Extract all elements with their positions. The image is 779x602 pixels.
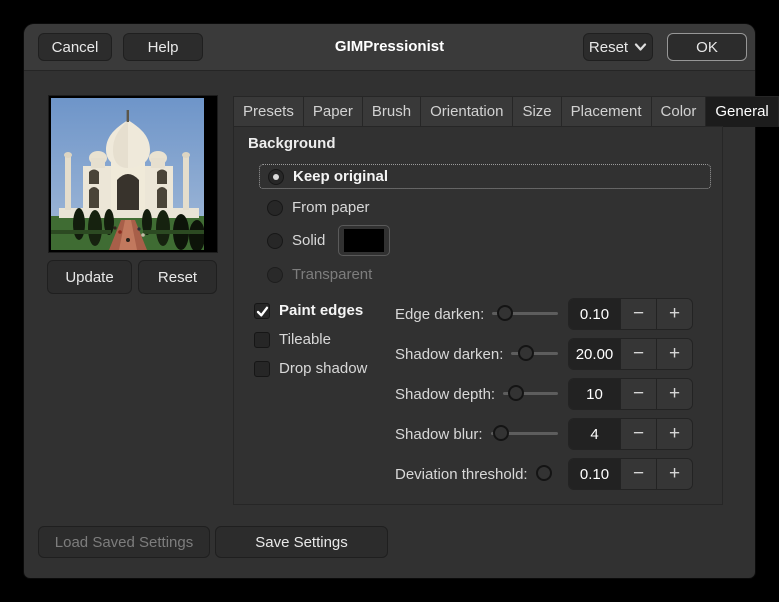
plus-icon[interactable]: +: [656, 379, 692, 409]
shadow-depth-label: Shadow depth:: [395, 385, 496, 403]
radio-button-icon: [267, 266, 283, 283]
shadow-blur-spinbox: 4 − +: [568, 418, 693, 450]
tab-presets[interactable]: Presets: [233, 96, 304, 127]
header-bar: Cancel Help GIMPressionist Reset OK: [24, 24, 755, 71]
reset-preview-button[interactable]: Reset: [138, 260, 217, 294]
background-section-title: Background: [248, 135, 336, 152]
check-icon: [256, 306, 269, 317]
shadow-darken-slider[interactable]: [511, 345, 558, 363]
radio-from-paper[interactable]: From paper: [267, 199, 370, 216]
checkbox-paint-edges[interactable]: Paint edges: [254, 302, 363, 319]
ok-button[interactable]: OK: [667, 33, 747, 61]
shadow-depth-row: Shadow depth: 10 − +: [395, 378, 693, 410]
radio-solid[interactable]: Solid: [267, 225, 391, 256]
shadow-blur-slider[interactable]: [490, 425, 558, 443]
screen: { "window": { "title": "GIMPressionist" …: [0, 0, 779, 602]
shadow-depth-value[interactable]: 10: [569, 379, 620, 409]
help-button[interactable]: Help: [123, 33, 203, 61]
checkbox-icon[interactable]: [254, 360, 270, 377]
tab-general[interactable]: General: [705, 96, 779, 127]
deviation-threshold-label: Deviation threshold:: [395, 465, 528, 483]
shadow-depth-spinbox: 10 − +: [568, 378, 693, 410]
chevron-down-icon: [634, 42, 647, 52]
edge-darken-slider[interactable]: [492, 305, 558, 323]
minus-icon[interactable]: −: [620, 459, 656, 489]
radio-button-icon[interactable]: [267, 232, 283, 249]
minus-icon[interactable]: −: [620, 299, 656, 329]
checkbox-tileable-label: Tileable: [279, 331, 331, 348]
edge-darken-label: Edge darken:: [395, 305, 485, 323]
radio-keep-original-label: Keep original: [293, 168, 389, 185]
shadow-darken-spinbox: 20.00 − +: [568, 338, 693, 370]
tab-bar: Presets Paper Brush Orientation Size Pla…: [233, 96, 779, 127]
tab-paper[interactable]: Paper: [302, 96, 363, 127]
general-tab-panel: Background Keep original From paper Soli…: [233, 126, 723, 505]
deviation-threshold-row: Deviation threshold: 0.10 − +: [395, 458, 693, 490]
gimpressionist-dialog: Cancel Help GIMPressionist Reset OK Upda…: [24, 24, 779, 578]
radio-transparent-label: Transparent: [292, 266, 373, 283]
checkbox-drop-shadow-label: Drop shadow: [279, 360, 368, 377]
radio-solid-label: Solid: [292, 232, 326, 249]
shadow-blur-value[interactable]: 4: [569, 419, 620, 449]
checkbox-paint-edges-label: Paint edges: [279, 302, 364, 319]
reset-dropdown-label: Reset: [588, 38, 629, 56]
color-swatch: [344, 229, 385, 252]
plus-icon[interactable]: +: [656, 299, 692, 329]
slider-knob[interactable]: [508, 385, 525, 401]
radio-keep-original[interactable]: Keep original: [259, 164, 711, 189]
shadow-darken-value[interactable]: 20.00: [569, 339, 620, 369]
settings-notebook: Presets Paper Brush Orientation Size Pla…: [233, 96, 779, 505]
load-saved-settings-button: Load Saved Settings: [38, 526, 210, 558]
checkbox-icon[interactable]: [254, 302, 270, 319]
preview-image-taj-mahal: [48, 95, 218, 253]
radio-from-paper-label: From paper: [292, 199, 370, 216]
edge-darken-value[interactable]: 0.10: [569, 299, 620, 329]
shadow-depth-slider[interactable]: [503, 385, 558, 403]
tab-orientation[interactable]: Orientation: [420, 96, 514, 127]
edge-darken-spinbox: 0.10 − +: [568, 298, 693, 330]
radio-button-icon[interactable]: [268, 168, 284, 185]
reset-dropdown-button[interactable]: Reset: [583, 33, 653, 61]
tab-size[interactable]: Size: [512, 96, 562, 127]
minus-icon[interactable]: −: [620, 379, 656, 409]
minus-icon[interactable]: −: [620, 419, 656, 449]
solid-color-picker-button[interactable]: [338, 225, 391, 256]
minus-icon[interactable]: −: [620, 339, 656, 369]
tab-color[interactable]: Color: [650, 96, 707, 127]
shadow-darken-label: Shadow darken:: [395, 345, 504, 363]
plus-icon[interactable]: +: [656, 459, 692, 489]
edge-darken-row: Edge darken: 0.10 − +: [395, 298, 693, 330]
slider-knob[interactable]: [497, 305, 514, 321]
slider-knob[interactable]: [493, 425, 510, 441]
update-preview-button[interactable]: Update: [47, 260, 132, 294]
slider-knob[interactable]: [536, 465, 553, 481]
tab-brush[interactable]: Brush: [361, 96, 422, 127]
plus-icon[interactable]: +: [656, 339, 692, 369]
deviation-threshold-slider[interactable]: [536, 465, 558, 483]
save-settings-button[interactable]: Save Settings: [215, 526, 388, 558]
tab-placement[interactable]: Placement: [560, 96, 652, 127]
plus-icon[interactable]: +: [656, 419, 692, 449]
checkbox-icon[interactable]: [254, 331, 270, 348]
checkbox-tileable[interactable]: Tileable: [254, 331, 331, 348]
deviation-threshold-spinbox: 0.10 − +: [568, 458, 693, 490]
radio-transparent: Transparent: [267, 266, 372, 283]
taj-mahal-illustration: [51, 98, 204, 250]
cancel-button[interactable]: Cancel: [38, 33, 112, 61]
deviation-threshold-value[interactable]: 0.10: [569, 459, 620, 489]
radio-button-icon[interactable]: [267, 199, 283, 216]
shadow-blur-row: Shadow blur: 4 − +: [395, 418, 693, 450]
checkbox-drop-shadow[interactable]: Drop shadow: [254, 360, 367, 377]
slider-knob[interactable]: [517, 345, 534, 361]
dialog-title: GIMPressionist: [334, 38, 445, 55]
shadow-darken-row: Shadow darken: 20.00 − +: [395, 338, 693, 370]
shadow-blur-label: Shadow blur:: [395, 425, 483, 443]
